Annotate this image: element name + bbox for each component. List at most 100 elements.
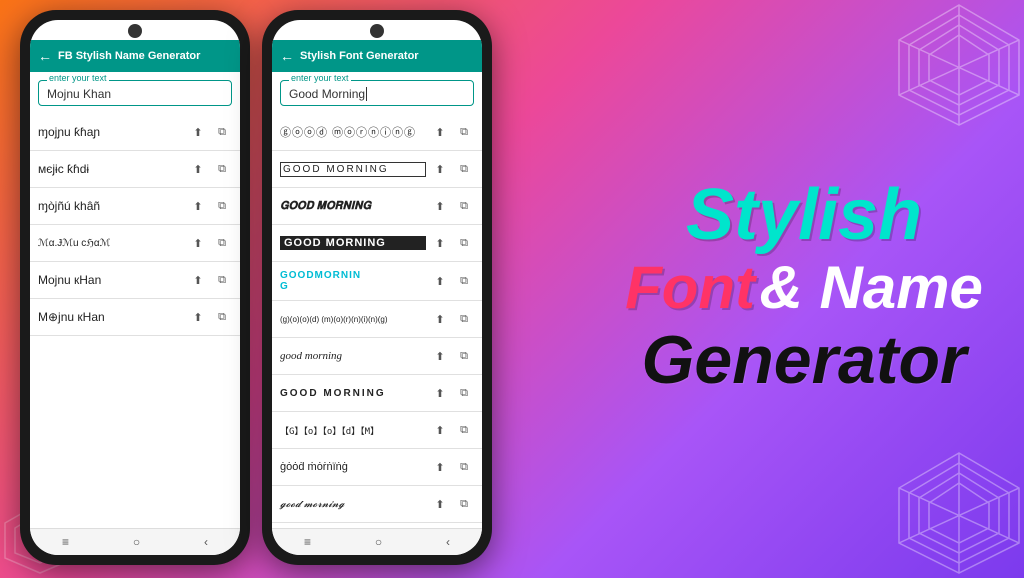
hero-line1: Stylish [614,179,994,251]
result-actions: ⬆ ⧉ [430,271,474,291]
copy-icon[interactable]: ⧉ [212,270,232,290]
result-actions: ⬆ ⧉ [188,270,232,290]
phone2-back-button[interactable]: ← [280,48,294,64]
share-icon[interactable]: ⬆ [188,196,208,216]
hero-font-text: Font [625,254,755,321]
phone1-input-label: enter your text [47,73,109,83]
share-icon[interactable]: ⬆ [188,270,208,290]
phone-1-screen: ← FB Stylish Name Generator enter your t… [30,20,240,555]
phone2-input-area: enter your text Good Morning [272,72,482,114]
list-item: M⊕jnu кHan ⬆ ⧉ [30,299,240,336]
copy-icon[interactable]: ⧉ [212,159,232,179]
phone2-input-value[interactable]: Good Morning [289,87,465,101]
deco-bottom-right [894,448,1024,578]
home-icon[interactable]: ○ [133,535,140,549]
copy-icon[interactable]: ⧉ [212,307,232,327]
phone1-title: FB Stylish Name Generator [58,50,200,62]
result-actions: ⬆ ⧉ [188,196,232,216]
copy-icon[interactable]: ⧉ [454,457,474,477]
copy-icon[interactable]: ⧉ [454,383,474,403]
copy-icon[interactable]: ⧉ [454,271,474,291]
result-text: ℳα.Ɉℳu ϲℌαℳ [38,238,184,249]
share-icon[interactable]: ⬆ [430,271,450,291]
hero-generator-text: Generator [614,321,994,399]
share-icon[interactable]: ⬆ [430,494,450,514]
hero-and-name-text: & Name [759,254,982,321]
copy-icon[interactable]: ⧉ [454,346,474,366]
copy-icon[interactable]: ⧉ [454,494,474,514]
hero-stylish-text: Stylish [686,175,922,255]
share-icon[interactable]: ⬆ [430,420,450,440]
result-text: 𝐆𝐎𝐎𝐃 𝐌𝐎𝐑𝐍𝐈𝐍𝐆 [280,200,426,213]
hero-line2: Font & Name [614,255,994,321]
phone2-header: ← Stylish Font Generator [272,40,482,72]
copy-icon[interactable]: ⧉ [212,196,232,216]
result-actions: ⬆ ⧉ [430,196,474,216]
result-actions: ⬆ ⧉ [188,159,232,179]
copy-icon[interactable]: ⧉ [454,309,474,329]
list-item: (g)(o)(o)(d) (m)(o)(r)(n)(i)(n)(g) ⬆ ⧉ [272,301,482,338]
share-icon[interactable]: ⬆ [430,233,450,253]
list-item: GOOD MORNING ⬆ ⧉ [272,375,482,412]
copy-icon[interactable]: ⧉ [454,420,474,440]
phone2-results-list: ⓖⓞⓞⓓ ⓜⓞⓡⓝⓘⓝⓖ ⬆ ⧉ GOOD MORNING ⬆ ⧉ 𝐆𝐎𝐎𝐃 𝐌… [272,114,482,528]
result-actions: ⬆ ⧉ [430,383,474,403]
phone1-back-button[interactable]: ← [38,48,52,64]
share-icon[interactable]: ⬆ [430,196,450,216]
phone2-input-label: enter your text [289,73,351,83]
result-text: GOODMORNING [280,270,426,292]
list-item: Mojnu кHan ⬆ ⧉ [30,262,240,299]
copy-icon[interactable]: ⧉ [454,196,474,216]
share-icon[interactable]: ⬆ [430,383,450,403]
copy-icon[interactable]: ⧉ [212,122,232,142]
list-item: ɱojɲu ƙɦaɲ ⬆ ⧉ [30,114,240,151]
share-icon[interactable]: ⬆ [430,457,450,477]
hero-text-section: Stylish Font & Name Generator [614,179,994,399]
copy-icon[interactable]: ⧉ [454,233,474,253]
back-nav-icon[interactable]: ‹ [446,535,450,549]
result-actions: ⬆ ⧉ [430,233,474,253]
result-text: 𝓰𝓸𝓸𝓭 𝓶𝓸𝓻𝓷𝓲𝓷𝓰 [280,499,426,510]
result-text: M⊕jnu кHan [38,310,184,324]
list-item: 𝐆𝐎𝐎𝐃 𝐌𝐎𝐑𝐍𝐈𝐍𝐆 ⬆ ⧉ [272,188,482,225]
home-icon[interactable]: ○ [375,535,382,549]
result-actions: ⬆ ⧉ [430,122,474,142]
menu-icon[interactable]: ≡ [304,535,311,549]
share-icon[interactable]: ⬆ [430,122,450,142]
copy-icon[interactable]: ⧉ [454,159,474,179]
result-text: мєjɨс ƙɦdɨ [38,162,184,176]
phone-2-screen: ← Stylish Font Generator enter your text… [272,20,482,555]
result-text: (g)(o)(o)(d) (m)(o)(r)(n)(i)(n)(g) [280,315,426,324]
text-cursor [366,87,367,101]
phone1-input-value[interactable]: Mojnu Khan [47,87,223,101]
list-item: мєjɨс ƙɦdɨ ⬆ ⧉ [30,151,240,188]
share-icon[interactable]: ⬆ [188,122,208,142]
result-text: ɱòjñú khâñ [38,199,184,213]
result-text: Mojnu кHan [38,273,184,287]
camera-notch-1 [128,24,142,38]
result-text: ⓖⓞⓞⓓ ⓜⓞⓡⓝⓘⓝⓖ [280,124,426,140]
result-actions: ⬆ ⧉ [430,420,474,440]
list-item: GOOD MORNING ⬆ ⧉ [272,225,482,262]
phones-area: ← FB Stylish Name Generator enter your t… [20,10,492,565]
share-icon[interactable]: ⬆ [188,307,208,327]
list-item: GOODMORNING ⬆ ⧉ [272,262,482,301]
share-icon[interactable]: ⬆ [430,309,450,329]
phone2-input-wrapper: enter your text Good Morning [280,80,474,106]
result-actions: ⬆ ⧉ [430,309,474,329]
copy-icon[interactable]: ⧉ [212,233,232,253]
list-item: good morning ⬆ ⧉ [272,338,482,375]
share-icon[interactable]: ⬆ [430,346,450,366]
phone2-nav: ≡ ○ ‹ [272,528,482,555]
copy-icon[interactable]: ⧉ [454,122,474,142]
list-item: ɱòjñú khâñ ⬆ ⧉ [30,188,240,225]
phone2-title: Stylish Font Generator [300,50,419,62]
back-nav-icon[interactable]: ‹ [204,535,208,549]
list-item: GOOD MORNING ⬆ ⧉ [272,151,482,188]
share-icon[interactable]: ⬆ [188,159,208,179]
share-icon[interactable]: ⬆ [430,159,450,179]
phone1-results-list: ɱojɲu ƙɦaɲ ⬆ ⧉ мєjɨс ƙɦdɨ ⬆ ⧉ ɱòjñú khâñ [30,114,240,528]
menu-icon[interactable]: ≡ [62,535,69,549]
share-icon[interactable]: ⬆ [188,233,208,253]
result-actions: ⬆ ⧉ [430,457,474,477]
